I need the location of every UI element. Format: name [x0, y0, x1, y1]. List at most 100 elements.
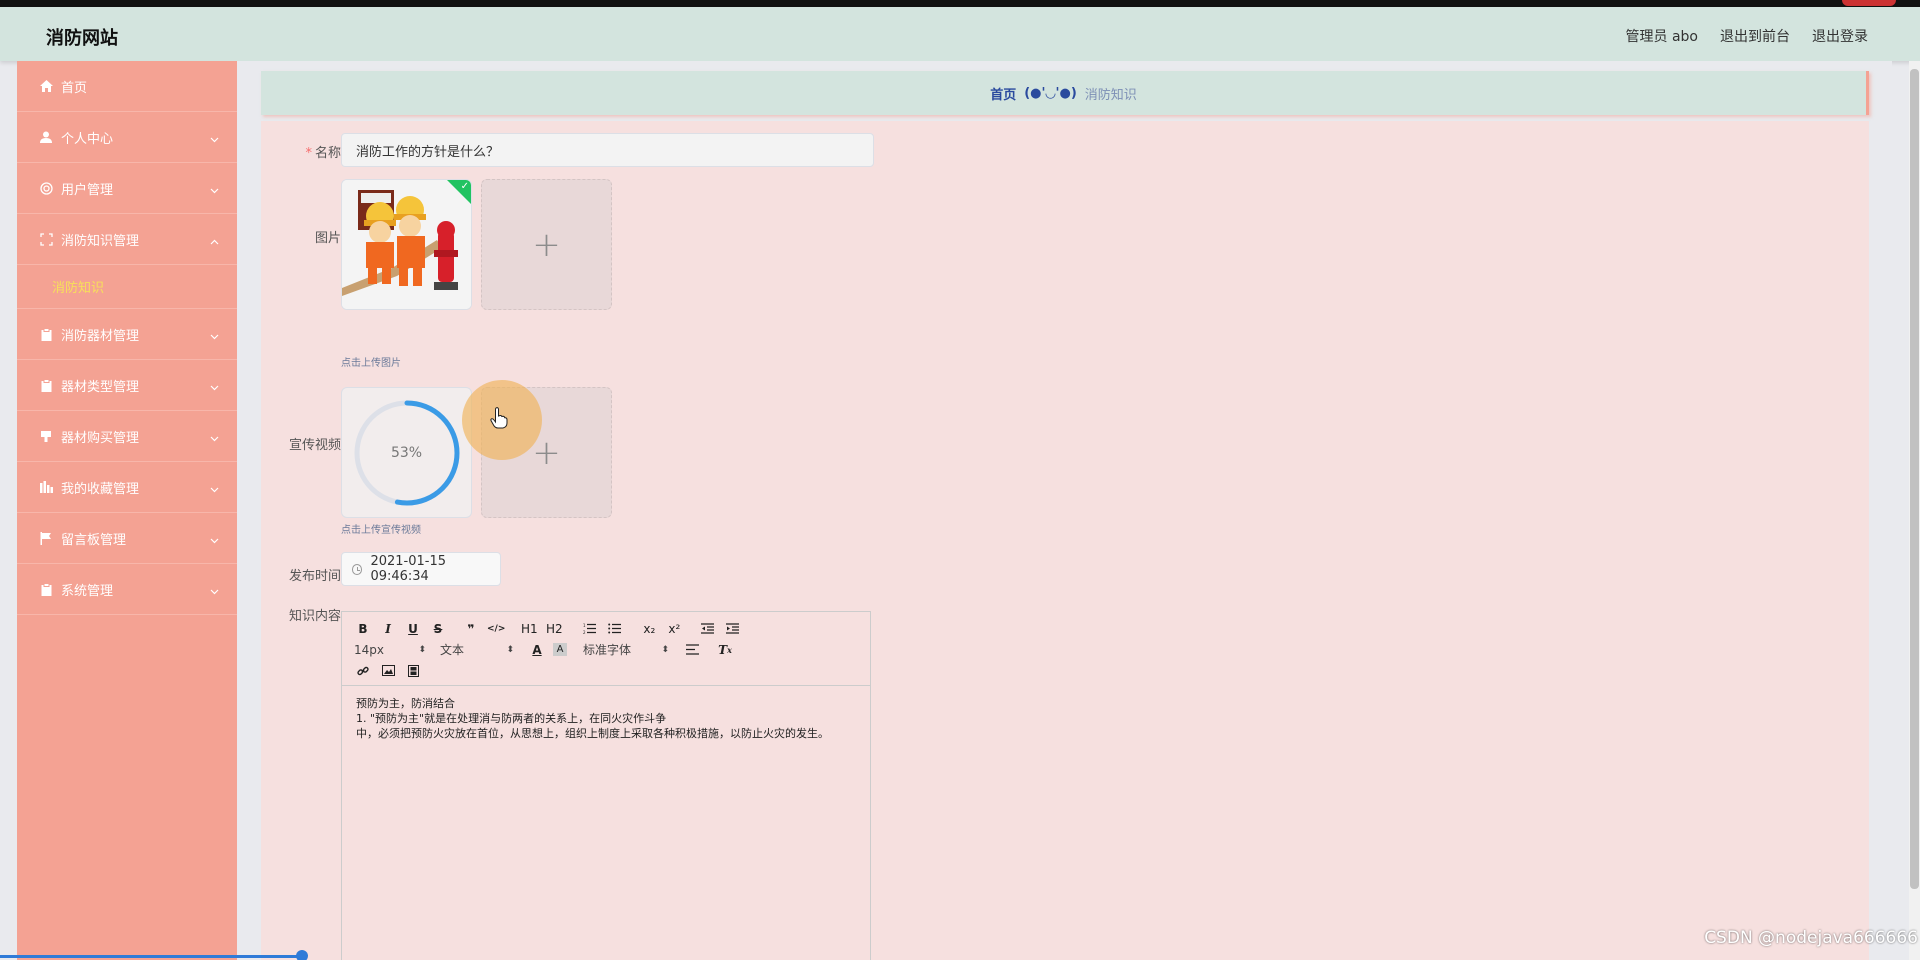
uploaded-image-thumbnail[interactable]: ✓ — [341, 179, 472, 310]
bold-button[interactable]: B — [354, 620, 372, 638]
required-mark: * — [305, 146, 312, 161]
font-size-select[interactable]: 14px ⬍ — [354, 643, 426, 657]
code-button[interactable]: </> — [487, 620, 505, 638]
toolbar-row — [354, 660, 860, 681]
name-input[interactable]: 消防工作的方针是什么？ — [341, 133, 874, 167]
text-type-select[interactable]: 文本 ⬍ — [440, 641, 514, 658]
sidebar-subitem-knowledge[interactable]: 消防知识 — [17, 265, 237, 309]
quote-button[interactable]: ❞ — [462, 620, 480, 638]
clock-icon — [352, 563, 363, 575]
sidebar-item-equipment-type[interactable]: 器材类型管理 — [17, 360, 237, 411]
sidebar-item-users[interactable]: 用户管理 — [17, 163, 237, 214]
chevron-down-icon — [210, 482, 219, 497]
background-color-icon[interactable]: A — [553, 643, 567, 656]
sidebar-item-label: 器材购买管理 — [61, 430, 140, 446]
sidebar-item-system[interactable]: 系统管理 — [17, 564, 237, 615]
fullscreen-icon — [39, 232, 53, 246]
chevron-down-icon — [210, 584, 219, 599]
target-icon — [39, 181, 53, 195]
breadcrumb-separator: (●'◡'●) — [1024, 85, 1077, 101]
clear-format-icon[interactable]: Tx — [716, 641, 734, 659]
sidebar-item-messages[interactable]: 留言板管理 — [17, 513, 237, 564]
chevron-down-icon — [210, 533, 219, 548]
date-value: 2021-01-15 09:46:34 — [370, 554, 446, 584]
logout-link[interactable]: 退出登录 — [1812, 26, 1868, 46]
select-arrow-icon: ⬍ — [661, 644, 669, 655]
sidebar-item-equipment[interactable]: 消防器材管理 — [17, 309, 237, 360]
chevron-up-icon — [210, 234, 219, 249]
clipboard-icon — [39, 327, 53, 341]
chevron-down-icon — [210, 431, 219, 446]
scrollbar-thumb[interactable] — [1910, 69, 1919, 889]
name-label: * 名称 — [305, 146, 341, 161]
page-scrollbar[interactable] — [1909, 61, 1920, 960]
font-family-select[interactable]: 标准字体 ⬍ — [583, 641, 669, 658]
superscript-button[interactable]: x² — [665, 620, 683, 638]
video-player-progress-bar[interactable] — [0, 955, 302, 958]
chevron-down-icon — [210, 380, 219, 395]
toolbar-row: 14px ⬍ 文本 ⬍ A A 标准字体 ⬍ Tx — [354, 639, 860, 660]
sidebar-item-purchase[interactable]: 器材购买管理 — [17, 411, 237, 462]
image-upload-button[interactable]: + — [481, 179, 612, 310]
main-content: 首页 (●'◡'●) 消防知识 * 名称 消防工作的方针是什么？ 图片 ✓ + … — [237, 61, 1892, 960]
italic-button[interactable]: I — [379, 620, 397, 638]
sidebar-item-knowledge[interactable]: 消防知识管理 — [17, 214, 237, 265]
editor-content[interactable]: 预防为主，防消结合 1. "预防为主"就是在处理消与防两者的关系上，在同火灾作斗… — [342, 686, 870, 896]
bars-icon — [39, 480, 53, 494]
bullet-list-icon[interactable] — [605, 620, 623, 638]
sidebar-item-home[interactable]: 首页 — [17, 61, 237, 112]
video-icon[interactable] — [404, 662, 422, 680]
header: 消防网站 管理员 abo 退出到前台 退出登录 — [0, 7, 1920, 61]
date-picker[interactable]: 2021-01-15 09:46:34 — [341, 552, 501, 586]
underline-button[interactable]: U — [404, 620, 422, 638]
sidebar-item-label: 用户管理 — [61, 182, 114, 198]
sidebar-item-label: 留言板管理 — [61, 532, 127, 548]
watermark: CSDN @nodejava666666 — [1704, 928, 1918, 948]
link-icon[interactable] — [354, 662, 372, 680]
check-icon: ✓ — [460, 181, 469, 192]
exit-front-link[interactable]: 退出到前台 — [1720, 26, 1790, 46]
clipboard-icon — [39, 582, 53, 596]
content-label: 知识内容 — [288, 609, 341, 624]
chevron-down-icon — [210, 183, 219, 198]
breadcrumb-home[interactable]: 首页 — [990, 84, 1016, 103]
hand-cursor-icon — [490, 407, 508, 429]
video-player-progress-knob[interactable] — [296, 950, 308, 960]
home-icon — [39, 79, 53, 93]
sidebar-item-label: 个人中心 — [61, 131, 114, 147]
h1-button[interactable]: H1 — [520, 620, 538, 638]
plus-icon: + — [532, 432, 561, 473]
header-links: 管理员 abo 退出到前台 退出登录 — [1626, 26, 1868, 46]
image-icon[interactable] — [379, 662, 397, 680]
outdent-icon[interactable] — [698, 620, 716, 638]
h2-button[interactable]: H2 — [545, 620, 563, 638]
video-upload-hint: 点击上传宣传视频 — [341, 525, 421, 536]
sidebar-item-personal[interactable]: 个人中心 — [17, 112, 237, 163]
plus-icon: + — [532, 224, 561, 265]
strike-button[interactable]: S — [429, 620, 447, 638]
clipboard-icon — [39, 378, 53, 392]
window-close-hint — [1842, 0, 1896, 6]
toolbar-row: B I U S ❞ </> H1 H2 12 x₂ x² — [354, 618, 860, 639]
subscript-button[interactable]: x₂ — [640, 620, 658, 638]
progress-percent: 53% — [390, 444, 423, 461]
ordered-list-icon[interactable]: 12 — [580, 620, 598, 638]
chevron-down-icon — [210, 329, 219, 344]
select-arrow-icon: ⬍ — [506, 644, 514, 655]
align-icon[interactable] — [683, 641, 701, 659]
sidebar-item-label: 器材类型管理 — [61, 379, 140, 395]
svg-text:1: 1 — [583, 623, 586, 628]
breadcrumb: 首页 (●'◡'●) 消防知识 — [261, 71, 1869, 115]
site-title: 消防网站 — [46, 28, 118, 49]
sidebar-item-label: 首页 — [61, 80, 88, 96]
date-label: 发布时间 — [288, 569, 341, 584]
sidebar-item-label: 消防器材管理 — [61, 328, 140, 344]
sidebar-item-label: 消防知识管理 — [61, 233, 140, 249]
image-label: 图片 — [314, 231, 341, 246]
font-color-icon[interactable]: A — [528, 641, 546, 659]
breadcrumb-current: 消防知识 — [1084, 87, 1137, 103]
content-line: 预防为主，防消结合 — [356, 697, 455, 710]
select-arrow-icon: ⬍ — [418, 644, 426, 655]
indent-icon[interactable] — [723, 620, 741, 638]
sidebar-item-favorites[interactable]: 我的收藏管理 — [17, 462, 237, 513]
